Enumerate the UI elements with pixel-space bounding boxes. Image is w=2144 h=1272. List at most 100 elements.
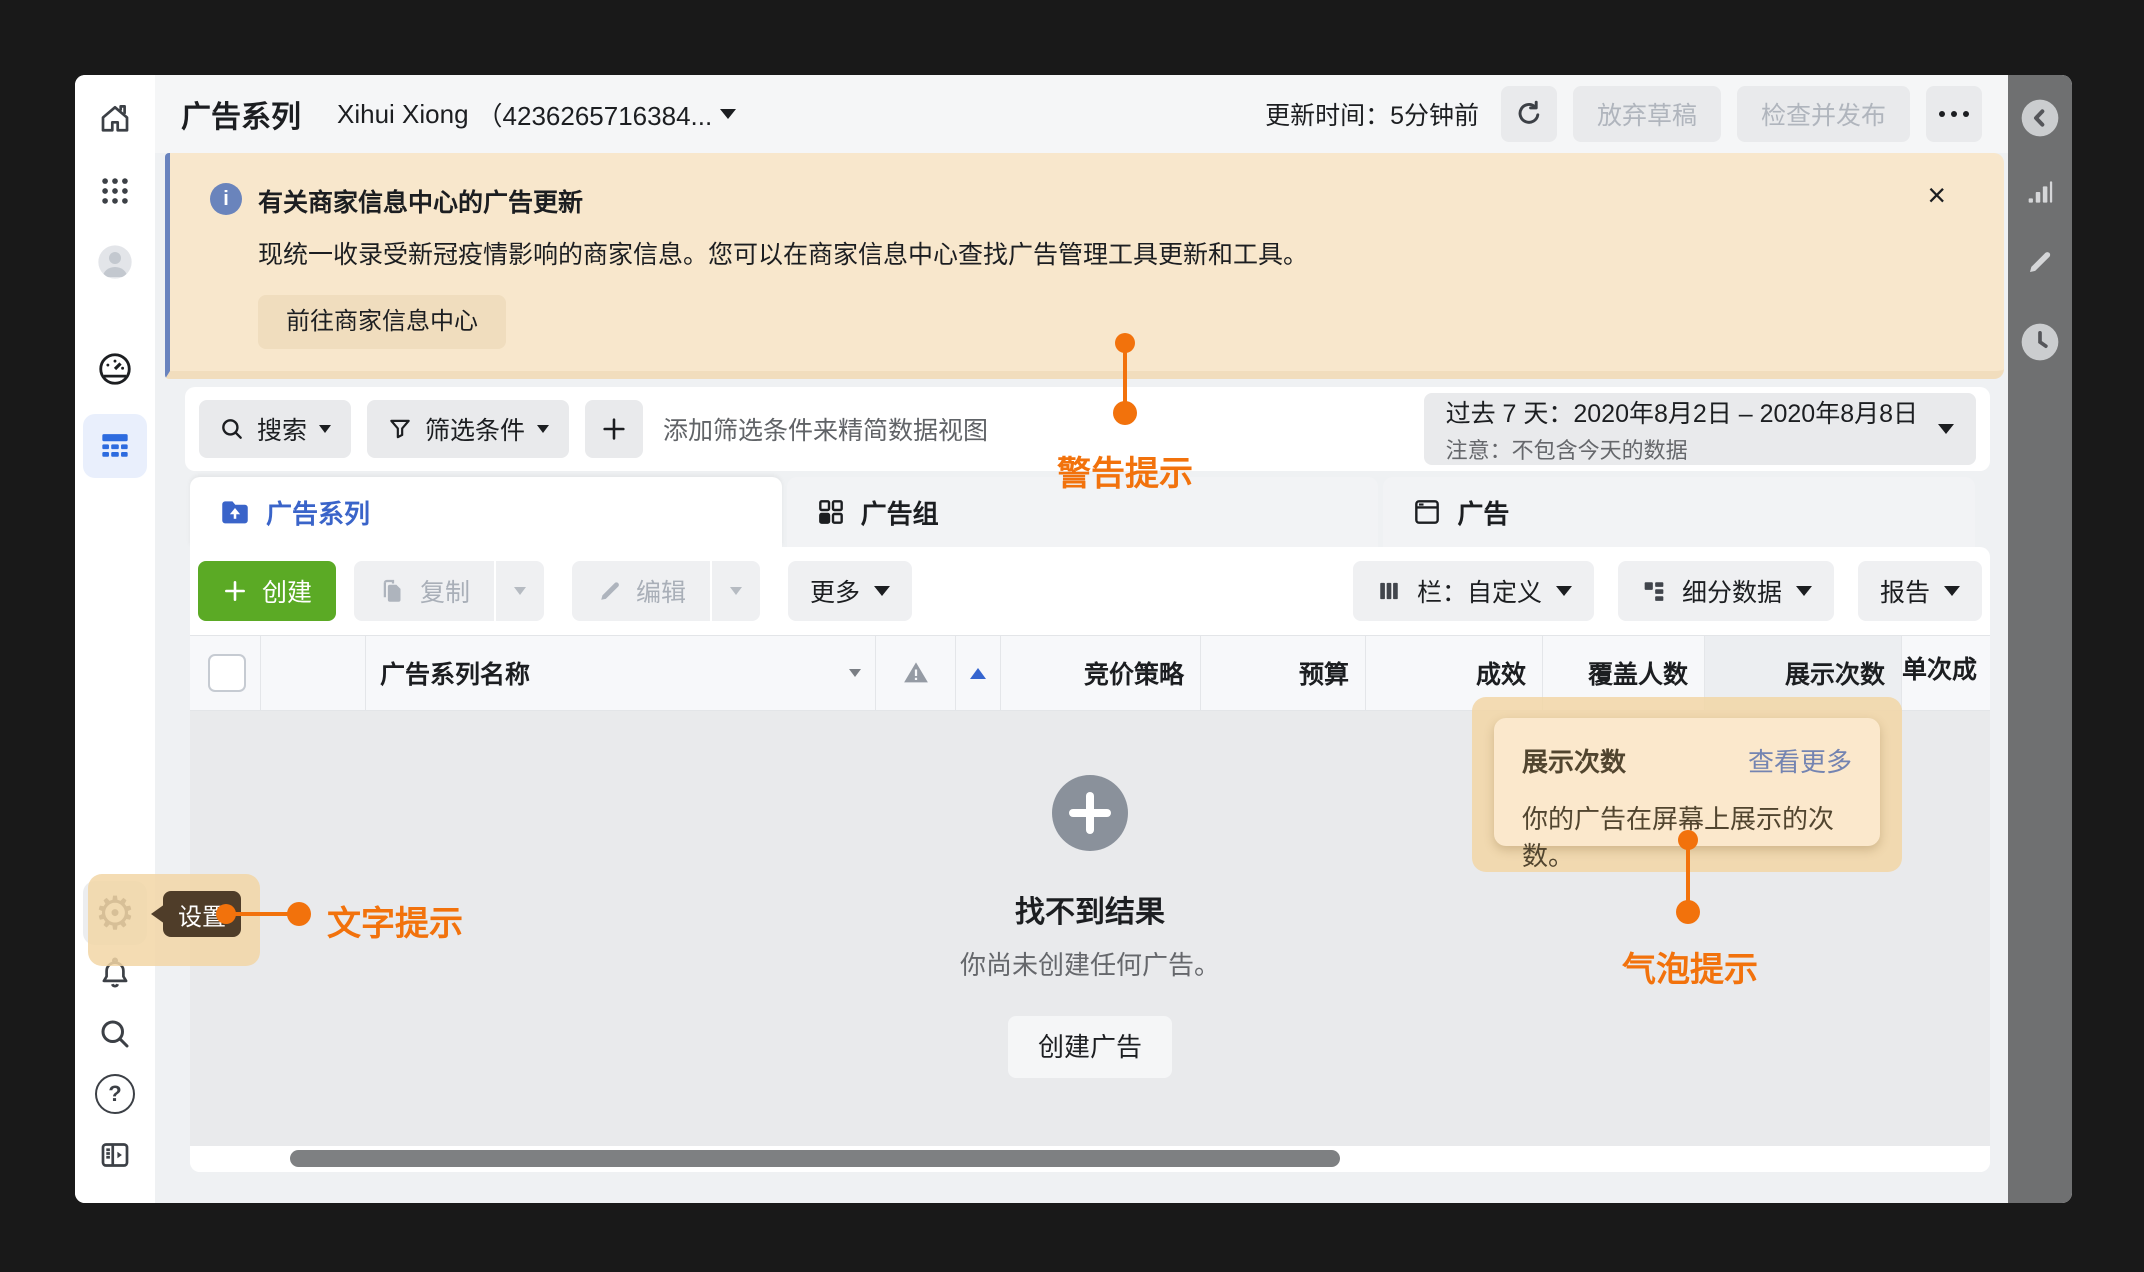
columns-button[interactable]: 栏：自定义 [1353, 561, 1594, 621]
warning-icon [901, 658, 931, 688]
filter-dropdown[interactable]: 筛选条件 [367, 400, 569, 458]
banner-title: 有关商家信息中心的广告更新 [258, 183, 1308, 219]
annotation-bubble: 气泡提示 [1590, 942, 1790, 991]
chevron-left-icon [2020, 98, 2060, 138]
apps-button[interactable] [83, 159, 147, 223]
campaign-folder-icon [218, 495, 252, 529]
alert-banner: i 有关商家信息中心的广告更新 现统一收录受新冠疫情影响的商家信息。您可以在商家… [165, 153, 2004, 379]
discard-draft-button[interactable]: 放弃草稿 [1573, 86, 1721, 142]
duplicate-caret-button[interactable] [496, 561, 544, 621]
clock-icon [2020, 322, 2060, 362]
help-button[interactable]: ? [83, 1062, 147, 1126]
account-button[interactable] [83, 230, 147, 294]
refresh-button[interactable] [1501, 86, 1557, 142]
search-label: 搜索 [257, 411, 307, 447]
chevron-down-icon [849, 669, 861, 677]
chevron-down-icon [720, 109, 736, 119]
account-name: Xihui Xiong [337, 99, 469, 130]
tab-campaigns-label: 广告系列 [266, 494, 370, 531]
column-cost-per-result[interactable]: 单次成 [1901, 636, 1990, 710]
column-impressions-label: 展示次数 [1785, 655, 1885, 691]
annotation-dot [1676, 900, 1700, 924]
sort-ascending-icon [970, 668, 986, 679]
home-button[interactable] [83, 87, 147, 151]
column-bid-strategy-label: 竞价策略 [1084, 655, 1184, 691]
empty-title: 找不到结果 [780, 887, 1400, 931]
empty-state: 找不到结果 你尚未创建任何广告。 创建广告 [780, 775, 1400, 1078]
date-range-selector[interactable]: 过去 7 天：2020年8月2日 – 2020年8月8日 注意：不包含今天的数据 [1424, 393, 1976, 465]
chevron-down-icon [1944, 586, 1960, 596]
annotation-dot [216, 904, 236, 924]
annotation-text-tooltip: 文字提示 [327, 896, 463, 945]
info-icon: i [210, 183, 242, 215]
ads-manager-screenshot: ⚙ ? [0, 0, 2144, 1272]
breakdown-button[interactable]: 细分数据 [1618, 561, 1834, 621]
column-budget[interactable]: 预算 [1200, 636, 1365, 710]
campaigns-nav-button[interactable] [83, 414, 147, 478]
column-campaign-name[interactable]: 广告系列名称 [365, 636, 875, 710]
back-button[interactable] [2020, 98, 2060, 138]
sidebar-search-button[interactable] [83, 1002, 147, 1066]
annotation-alert: 警告提示 [1025, 446, 1225, 495]
collapse-nav-button[interactable] [83, 1123, 147, 1187]
duplicate-split-button: 复制 [354, 561, 544, 621]
date-range-note: 注意：不包含今天的数据 [1446, 433, 1918, 465]
banner-action-button[interactable]: 前往商家信息中心 [258, 295, 506, 349]
top-bar-actions: 更新时间：5分钟前 放弃草稿 检查并发布 [1265, 86, 1982, 142]
column-delivery-warning[interactable] [875, 636, 955, 710]
select-all-checkbox[interactable] [208, 654, 246, 692]
pencil-icon [596, 577, 624, 605]
close-icon[interactable]: × [1927, 179, 1946, 211]
filter-label: 筛选条件 [425, 411, 525, 447]
columns-icon [1375, 577, 1403, 605]
column-campaign-name-label: 广告系列名称 [380, 655, 530, 691]
delivery-gauge-button[interactable] [83, 337, 147, 401]
chevron-down-icon [874, 586, 890, 596]
create-label: 创建 [262, 573, 312, 609]
column-bid-strategy[interactable]: 竞价策略 [1000, 636, 1200, 710]
chevron-down-icon [1938, 424, 1954, 434]
edit-split-button: 编辑 [572, 561, 760, 621]
account-selector[interactable]: Xihui Xiong （4236265716384... [337, 96, 736, 133]
search-dropdown[interactable]: 搜索 [199, 400, 351, 458]
tab-ads-label: 广告 [1457, 494, 1509, 531]
columns-label: 栏：自定义 [1417, 573, 1542, 609]
duplicate-button[interactable]: 复制 [354, 561, 494, 621]
banner-body: 现统一收录受新冠疫情影响的商家信息。您可以在商家信息中心查找广告管理工具更新和工… [258, 235, 1308, 271]
right-toolbar [2008, 75, 2072, 1203]
tab-ads[interactable]: 广告 [1383, 477, 1975, 547]
tab-campaigns[interactable]: 广告系列 [190, 477, 782, 547]
chevron-down-icon [514, 587, 526, 595]
main-area: 广告系列 Xihui Xiong （4236265716384... 更新时间：… [155, 75, 2008, 1203]
create-button[interactable]: 创建 [198, 561, 336, 621]
edit-panel-button[interactable] [2020, 242, 2060, 282]
column-cost-per-result-label: 单次成 [1902, 650, 1977, 686]
page-title: 广告系列 [181, 92, 301, 136]
updated-time: 更新时间：5分钟前 [1265, 96, 1479, 132]
scrollbar-thumb[interactable] [290, 1150, 1340, 1167]
edit-button[interactable]: 编辑 [572, 561, 710, 621]
create-ad-button[interactable]: 创建广告 [1008, 1016, 1172, 1078]
edit-caret-button[interactable] [712, 561, 760, 621]
copy-icon [378, 576, 408, 606]
history-button[interactable] [2020, 322, 2060, 362]
column-sort[interactable] [955, 636, 1000, 710]
home-icon [97, 101, 133, 137]
impressions-tooltip: 展示次数 查看更多 你的广告在屏幕上展示的次数。 [1494, 718, 1880, 846]
refresh-icon [1513, 98, 1545, 130]
charts-button[interactable] [2020, 172, 2060, 212]
funnel-icon [387, 416, 413, 442]
report-label: 报告 [1880, 573, 1930, 609]
app-window: ⚙ ? [75, 75, 2072, 1203]
see-more-link[interactable]: 查看更多 [1748, 742, 1852, 779]
chevron-down-icon [1556, 586, 1572, 596]
chevron-down-icon [537, 425, 549, 433]
add-filter-button[interactable] [585, 400, 643, 458]
bar-chart-icon [2023, 175, 2057, 209]
more-button[interactable]: 更多 [788, 561, 912, 621]
review-publish-button[interactable]: 检查并发布 [1737, 86, 1910, 142]
column-reach-label: 覆盖人数 [1588, 655, 1688, 691]
report-button[interactable]: 报告 [1858, 561, 1982, 621]
more-options-button[interactable] [1926, 86, 1982, 142]
horizontal-scrollbar [190, 1146, 1990, 1172]
